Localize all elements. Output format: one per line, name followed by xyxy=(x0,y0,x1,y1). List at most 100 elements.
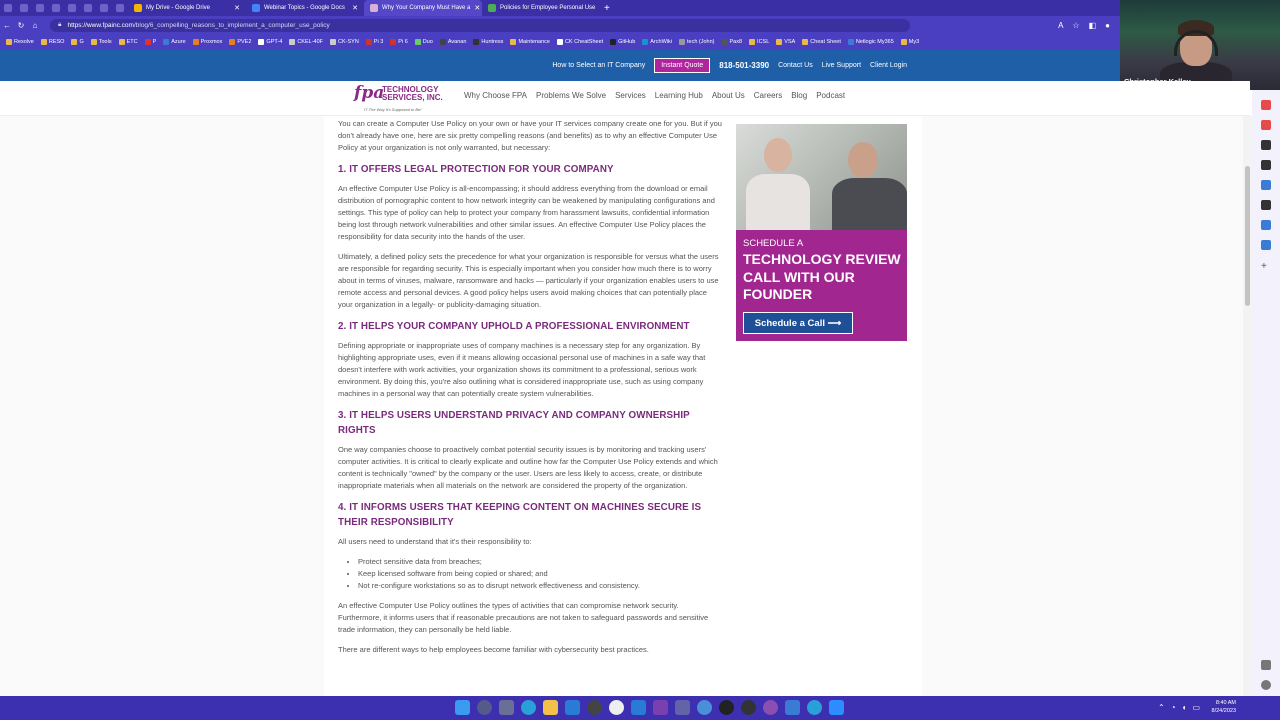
sidebar-app-icon[interactable] xyxy=(1261,120,1271,130)
chevron-up-icon[interactable]: ⌃ xyxy=(1158,703,1165,712)
bookmark[interactable]: RESO xyxy=(40,39,64,45)
settings-gear-icon[interactable] xyxy=(1261,680,1271,690)
browser-tab-active[interactable]: Why Your Company Must Have a ✕ xyxy=(364,0,482,16)
edge-icon[interactable] xyxy=(521,700,536,715)
bookmark[interactable]: GitHub xyxy=(610,39,635,45)
sidebar-app-icon[interactable] xyxy=(1261,100,1271,110)
bookmark[interactable]: Cheat Sheet xyxy=(802,39,841,45)
app-icon[interactable] xyxy=(785,700,800,715)
teams-icon[interactable] xyxy=(675,700,690,715)
nav-services[interactable]: Services xyxy=(615,91,646,100)
bookmark[interactable]: G xyxy=(71,39,84,45)
outlook-icon[interactable] xyxy=(565,700,580,715)
nav-podcast[interactable]: Podcast xyxy=(816,91,845,100)
bookmark[interactable]: My3 xyxy=(900,39,919,45)
bookmark[interactable]: Pax8 xyxy=(721,39,742,45)
nav-blog[interactable]: Blog xyxy=(791,91,807,100)
pinned-tab-icon[interactable] xyxy=(52,4,60,12)
bookmark[interactable]: Maintenance xyxy=(510,39,550,45)
search-icon[interactable] xyxy=(477,700,492,715)
browser-tab[interactable]: My Drive - Google Drive ✕ xyxy=(128,0,246,16)
tab-search-icon[interactable] xyxy=(20,4,28,12)
pinned-tab-icon[interactable] xyxy=(116,4,124,12)
add-icon[interactable]: + xyxy=(1261,262,1271,272)
browser-menu-icon[interactable] xyxy=(4,4,12,12)
schedule-call-ad[interactable]: SCHEDULE A TECHNOLOGY REVIEW CALL WITH O… xyxy=(736,124,907,341)
schedule-call-button[interactable]: Schedule a Call ⟶ xyxy=(743,312,853,334)
bookmark[interactable]: Avanan xyxy=(439,39,466,45)
file-explorer-icon[interactable] xyxy=(543,700,558,715)
pinned-tab-icon[interactable] xyxy=(100,4,108,12)
close-tab-icon[interactable]: ✕ xyxy=(474,4,480,12)
bookmark[interactable]: CK CheatSheet xyxy=(556,39,603,45)
vscode-icon[interactable] xyxy=(631,700,646,715)
bookmark[interactable]: P xyxy=(144,39,156,45)
app-icon[interactable] xyxy=(653,700,668,715)
volume-icon[interactable]: ◖ xyxy=(1182,703,1187,712)
close-tab-icon[interactable]: ✕ xyxy=(599,4,600,12)
bookmark[interactable]: Proxmox xyxy=(192,39,222,45)
network-icon[interactable]: ◔ xyxy=(1171,703,1176,712)
bookmark[interactable]: ETC xyxy=(118,39,138,45)
close-tab-icon[interactable]: ✕ xyxy=(234,4,240,12)
sidebar-app-icon[interactable] xyxy=(1261,220,1271,230)
home-icon[interactable]: ⌂ xyxy=(28,21,42,30)
bookmark[interactable]: Duo xyxy=(414,39,433,45)
extensions-icon[interactable]: ◧ xyxy=(1089,21,1097,30)
task-view-icon[interactable] xyxy=(499,700,514,715)
bookmark[interactable]: Pi 6 xyxy=(390,39,408,45)
refresh-icon[interactable]: ↻ xyxy=(14,21,28,30)
bookmark[interactable]: ICSL xyxy=(749,39,769,45)
bookmark[interactable]: Netlogic My365 xyxy=(847,39,894,45)
browser-tab[interactable]: Policies for Employee Personal Use ✕ xyxy=(482,0,600,16)
bookmark[interactable]: GPT-4 xyxy=(258,39,282,45)
browser-tab[interactable]: Webinar Topics - Google Docs ✕ xyxy=(246,0,364,16)
read-aloud-icon[interactable]: A xyxy=(1058,21,1063,30)
app-icon[interactable] xyxy=(697,700,712,715)
app-icon[interactable] xyxy=(609,700,624,715)
bookmark[interactable]: CK-SYN xyxy=(330,39,359,45)
sidebar-app-icon[interactable] xyxy=(1261,180,1271,190)
battery-icon[interactable]: ▭ xyxy=(1192,703,1200,712)
nav-careers[interactable]: Careers xyxy=(754,91,782,100)
clock[interactable]: 8:40 AM 8/24/2023 xyxy=(1212,699,1236,715)
nav-problems-we-solve[interactable]: Problems We Solve xyxy=(536,91,606,100)
zoom-icon[interactable] xyxy=(829,700,844,715)
bookmark[interactable]: PVE2 xyxy=(229,39,251,45)
fpa-logo[interactable]: fpa TECHNOLOGY SERVICES, INC. IT The Way … xyxy=(354,83,454,115)
windows-start-icon[interactable] xyxy=(455,700,470,715)
terminal-icon[interactable] xyxy=(719,700,734,715)
bookmark[interactable]: Pi 3 xyxy=(365,39,383,45)
sidebar-app-icon[interactable] xyxy=(1261,200,1271,210)
nav-learning-hub[interactable]: Learning Hub xyxy=(655,91,703,100)
contact-us-link[interactable]: Contact Us xyxy=(778,62,813,69)
app-icon[interactable] xyxy=(763,700,778,715)
pinned-tab-icon[interactable] xyxy=(68,4,76,12)
page-scrollbar[interactable] xyxy=(1243,116,1252,696)
nav-about-us[interactable]: About Us xyxy=(712,91,745,100)
bookmark[interactable]: Resolve xyxy=(6,39,34,45)
pinned-tab-icon[interactable] xyxy=(36,4,44,12)
scrollbar-thumb[interactable] xyxy=(1245,166,1250,306)
favorite-star-icon[interactable]: ☆ xyxy=(1072,21,1079,30)
select-it-company-link[interactable]: How to Select an IT Company xyxy=(552,62,645,69)
edge-dev-icon[interactable] xyxy=(807,700,822,715)
bookmark[interactable]: Azure xyxy=(163,39,186,45)
bookmark[interactable]: ArchWiki xyxy=(642,39,672,45)
bookmark[interactable]: VSA xyxy=(776,39,795,45)
bookmark[interactable]: CKEL-40F xyxy=(289,39,323,45)
client-login-link[interactable]: Client Login xyxy=(870,62,907,69)
live-support-link[interactable]: Live Support xyxy=(822,62,861,69)
sidebar-layout-icon[interactable] xyxy=(1261,660,1271,670)
bookmark[interactable]: Huntress xyxy=(473,39,503,45)
sidebar-app-icon[interactable] xyxy=(1261,160,1271,170)
nav-why-choose-fpa[interactable]: Why Choose FPA xyxy=(464,91,527,100)
app-icon[interactable] xyxy=(587,700,602,715)
close-tab-icon[interactable]: ✕ xyxy=(352,4,358,12)
new-tab-icon[interactable]: + xyxy=(604,3,610,14)
bookmark[interactable]: tech (John) xyxy=(678,39,715,45)
sidebar-app-icon[interactable] xyxy=(1261,240,1271,250)
phone-number-link[interactable]: 818-501-3390 xyxy=(719,61,769,70)
profile-icon[interactable]: ● xyxy=(1105,21,1110,30)
back-icon[interactable]: ← xyxy=(0,21,14,30)
